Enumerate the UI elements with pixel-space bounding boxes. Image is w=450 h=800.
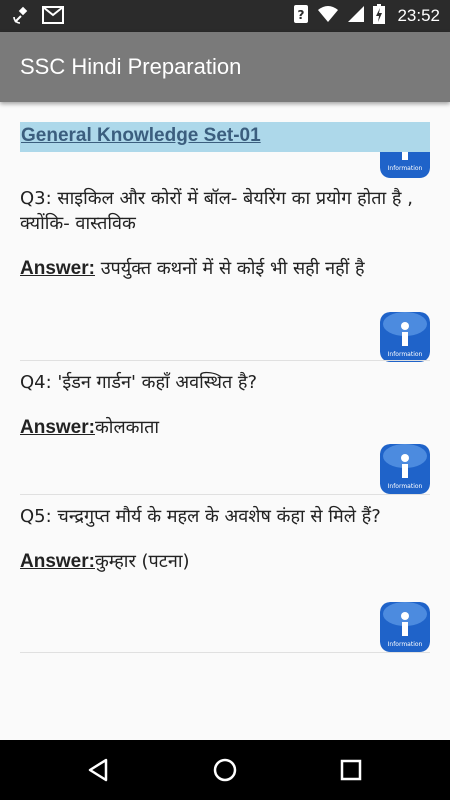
answer-text: उपर्युक्त कथनों में से कोई भी सही नहीं ह… bbox=[94, 258, 365, 279]
answer-row: Answer: उपर्युक्त कथनों में से कोई भी सह… bbox=[20, 256, 430, 281]
navigation-bar bbox=[0, 740, 450, 800]
divider bbox=[20, 494, 430, 495]
svg-text:Information: Information bbox=[388, 641, 423, 648]
gmail-icon bbox=[42, 6, 64, 28]
answer-text: कुम्हार (पटना) bbox=[94, 551, 190, 572]
back-icon[interactable] bbox=[85, 756, 113, 784]
question-text: Q4: 'ईडन गार्डन' कहाँ अवस्थित है? bbox=[20, 372, 258, 393]
content-list[interactable]: General Knowledge Set-01 Information Q3:… bbox=[0, 102, 450, 740]
status-bar: ? 23:52 bbox=[0, 0, 450, 32]
answer-row: Answer:कोलकाता bbox=[20, 415, 430, 440]
home-icon[interactable] bbox=[211, 756, 239, 784]
nfc-icon: ? bbox=[293, 4, 309, 28]
information-icon[interactable]: Information bbox=[380, 312, 430, 362]
question-card-q3: Q3: साइकिल और कोरों में बॉल- बेयरिंग का … bbox=[20, 186, 430, 281]
satellite-icon bbox=[12, 5, 32, 29]
question-text: Q3: साइकिल और कोरों में बॉल- बेयरिंग का … bbox=[20, 188, 413, 234]
clock: 23:52 bbox=[397, 6, 440, 25]
question-card-q5: Q5: चन्द्रगुप्त मौर्य के महल के अवशेष कं… bbox=[20, 504, 430, 574]
svg-text:Information: Information bbox=[388, 483, 423, 490]
wifi-icon bbox=[317, 5, 339, 27]
app-title: SSC Hindi Preparation bbox=[20, 54, 242, 79]
signal-icon bbox=[347, 5, 365, 27]
svg-text:Information: Information bbox=[388, 351, 423, 358]
svg-text:?: ? bbox=[298, 8, 305, 22]
battery-charging-icon bbox=[373, 4, 386, 28]
answer-label: Answer: bbox=[20, 551, 95, 572]
answer-row: Answer:कुम्हार (पटना) bbox=[20, 549, 430, 574]
answer-text: कोलकाता bbox=[94, 417, 160, 438]
divider bbox=[20, 360, 430, 361]
information-icon[interactable]: Information bbox=[380, 444, 430, 494]
svg-text:Information: Information bbox=[388, 165, 423, 172]
divider bbox=[20, 652, 430, 653]
question-card-q4: Q4: 'ईडन गार्डन' कहाँ अवस्थित है? Answer… bbox=[20, 370, 430, 440]
question-text: Q5: चन्द्रगुप्त मौर्य के महल के अवशेष कं… bbox=[20, 506, 381, 527]
answer-label: Answer: bbox=[20, 417, 95, 438]
answer-label: Answer: bbox=[20, 258, 95, 279]
set-title-banner: General Knowledge Set-01 bbox=[20, 122, 430, 152]
information-icon[interactable]: Information bbox=[380, 602, 430, 652]
app-bar: SSC Hindi Preparation bbox=[0, 32, 450, 102]
set-title: General Knowledge Set-01 bbox=[21, 125, 261, 146]
recents-icon[interactable] bbox=[337, 756, 365, 784]
